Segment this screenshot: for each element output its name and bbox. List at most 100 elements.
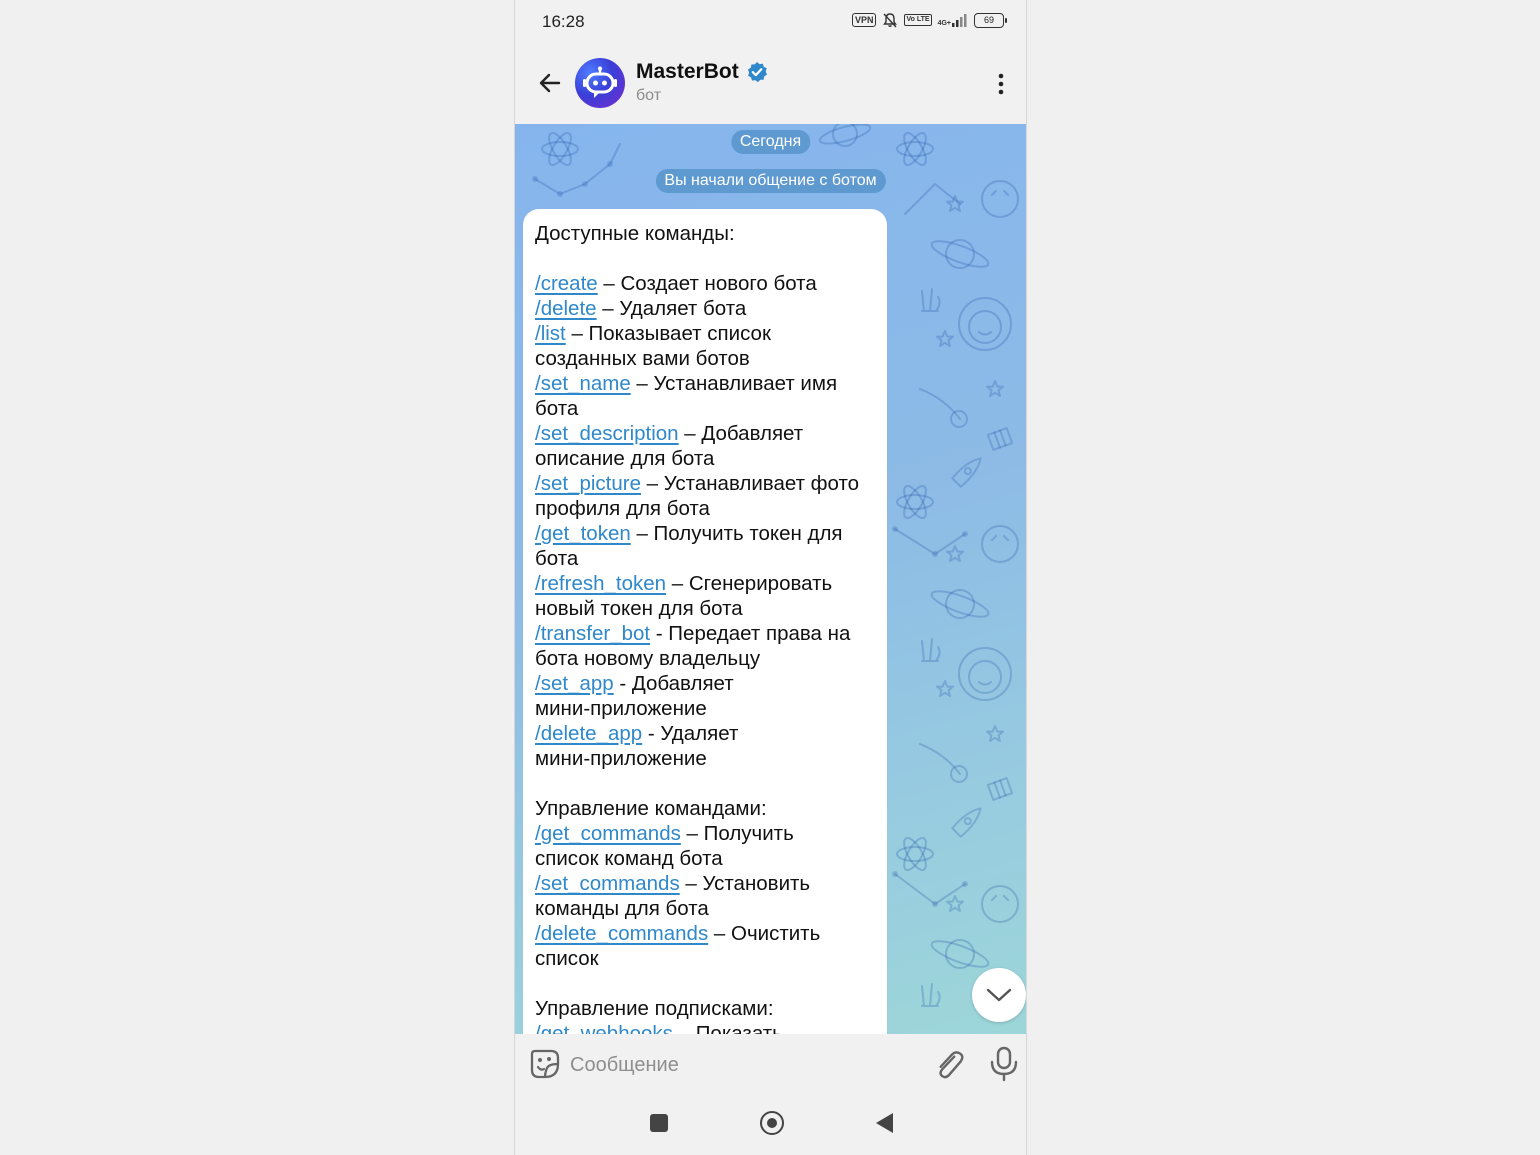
message-line [535, 771, 880, 796]
chat-title-block[interactable]: MasterBot бот [636, 60, 768, 105]
chat-header: MasterBot бот [515, 44, 1026, 124]
command-link[interactable]: /delete_commands [535, 922, 708, 945]
message-input-bar [515, 1034, 1026, 1096]
recents-button[interactable] [650, 1114, 668, 1132]
attach-button[interactable] [933, 1048, 965, 1082]
system-back-button[interactable] [876, 1113, 893, 1133]
message-line: новый токен для бота [535, 596, 880, 621]
message-line-text: Управление подписками: [535, 997, 774, 1020]
status-time: 16:28 [542, 12, 585, 31]
message-text: Доступные команды: /create – Создает ново… [535, 221, 880, 1034]
signal-icon: 4G+ [938, 13, 968, 27]
chat-area[interactable]: Сегодня Вы начали общение с ботом Доступ… [515, 124, 1026, 1034]
command-link[interactable]: /delete [535, 297, 597, 320]
message-bubble[interactable]: Доступные команды: /create – Создает ново… [523, 209, 887, 1034]
chat-subtitle: бот [636, 87, 662, 104]
command-link[interactable]: /get_commands [535, 822, 681, 845]
volte-icon: Vo LTE [904, 14, 932, 26]
message-line: /list – Показывает список [535, 321, 880, 346]
battery-icon: 69 [974, 12, 1007, 28]
message-line: профиля для бота [535, 496, 880, 521]
message-line-text: – Сгенерировать [666, 572, 833, 595]
message-line-text: – Установить [679, 872, 811, 895]
message-line-text: Доступные команды: [535, 222, 735, 245]
message-line: /refresh_token – Сгенерировать [535, 571, 880, 596]
voice-button[interactable] [988, 1046, 1020, 1082]
robot-icon [583, 66, 617, 98]
message-line-text: – Получить [680, 822, 794, 845]
message-line-text: профиля для бота [535, 497, 710, 520]
message-line-text: – Создает нового бота [597, 272, 817, 295]
command-link[interactable]: /set_commands [535, 872, 680, 895]
message-line: /set_name – Устанавливает имя [535, 371, 880, 396]
home-button[interactable] [760, 1111, 784, 1135]
command-link[interactable]: /set_app [535, 672, 614, 695]
message-line: /set_commands – Установить [535, 871, 880, 896]
service-message: Вы начали общение с ботом [655, 169, 886, 193]
message-line: мини-приложение [535, 746, 880, 771]
message-line: бота [535, 396, 880, 421]
sticker-button[interactable] [529, 1048, 561, 1080]
command-link[interactable]: /get_webhooks [535, 1022, 673, 1034]
message-line: команды для бота [535, 896, 880, 921]
message-line-text: новый токен для бота [535, 597, 743, 620]
system-nav-bar [515, 1096, 1026, 1155]
chevron-down-icon [986, 988, 1012, 1002]
message-line-text: – Показать [672, 1022, 783, 1034]
message-line: /create – Создает нового бота [535, 271, 880, 296]
message-line-text: – Показывает список [565, 322, 771, 345]
message-line: /set_app - Добавляет [535, 671, 880, 696]
message-line-text: бота новому владельцу [535, 647, 761, 670]
arrow-left-icon [539, 73, 561, 93]
message-line: список команд бота [535, 846, 880, 871]
message-line-text: – Получить токен для [630, 522, 843, 545]
vpn-icon: VPN [851, 13, 877, 27]
message-line: бота новому владельцу [535, 646, 880, 671]
command-link[interactable]: /set_name [535, 372, 631, 395]
scroll-down-button[interactable] [972, 968, 1026, 1022]
message-line: созданных вами ботов [535, 346, 880, 371]
message-line-text: – Устанавливает фото [640, 472, 860, 495]
verified-badge-icon [747, 62, 767, 83]
message-line: Доступные команды: [535, 221, 880, 246]
message-line-text: – Устанавливает имя [630, 372, 838, 395]
message-line-text: список команд бота [535, 847, 723, 870]
command-link[interactable]: /create [535, 272, 598, 295]
message-input[interactable] [570, 1050, 900, 1080]
message-line: /transfer_bot - Передает права на [535, 621, 880, 646]
message-line-text: – Очистить [708, 922, 821, 945]
message-line: /delete – Удаляет бота [535, 296, 880, 321]
message-line: /get_token – Получить токен для [535, 521, 880, 546]
phone-screen: 16:28 VPN Vo LTE 4G+ 69 MasterBot бот Се… [514, 0, 1027, 1155]
message-line-text: бота [535, 397, 579, 420]
signal-bars-icon [952, 13, 967, 27]
message-line: мини-приложение [535, 696, 880, 721]
message-line: Управление подписками: [535, 996, 880, 1021]
status-bar: 16:28 VPN Vo LTE 4G+ 69 [515, 0, 1026, 44]
message-line: /get_webhooks – Показать [535, 1021, 880, 1034]
message-line-text: список [535, 947, 599, 970]
back-button[interactable] [533, 66, 567, 100]
command-link[interactable]: /set_description [535, 422, 679, 445]
paperclip-icon [939, 1051, 964, 1079]
command-link[interactable]: /list [535, 322, 566, 345]
message-line: /delete_app - Удаляет [535, 721, 880, 746]
message-line [535, 971, 880, 996]
message-line: бота [535, 546, 880, 571]
command-link[interactable]: /refresh_token [535, 572, 666, 595]
message-line-text: бота [535, 547, 579, 570]
message-line: список [535, 946, 880, 971]
more-options-button[interactable] [990, 66, 1012, 102]
message-line-text: Управление командами: [535, 797, 767, 820]
sticker-icon [530, 1049, 560, 1079]
command-link[interactable]: /set_picture [535, 472, 641, 495]
message-line [535, 246, 880, 271]
message-line: Управление командами: [535, 796, 880, 821]
command-link[interactable]: /delete_app [535, 722, 642, 745]
microphone-icon [990, 1046, 1018, 1082]
avatar[interactable] [575, 58, 625, 108]
command-link[interactable]: /transfer_bot [535, 622, 650, 645]
message-line-text: мини-приложение [535, 697, 707, 720]
command-link[interactable]: /get_token [535, 522, 631, 545]
message-line: /delete_commands – Очистить [535, 921, 880, 946]
